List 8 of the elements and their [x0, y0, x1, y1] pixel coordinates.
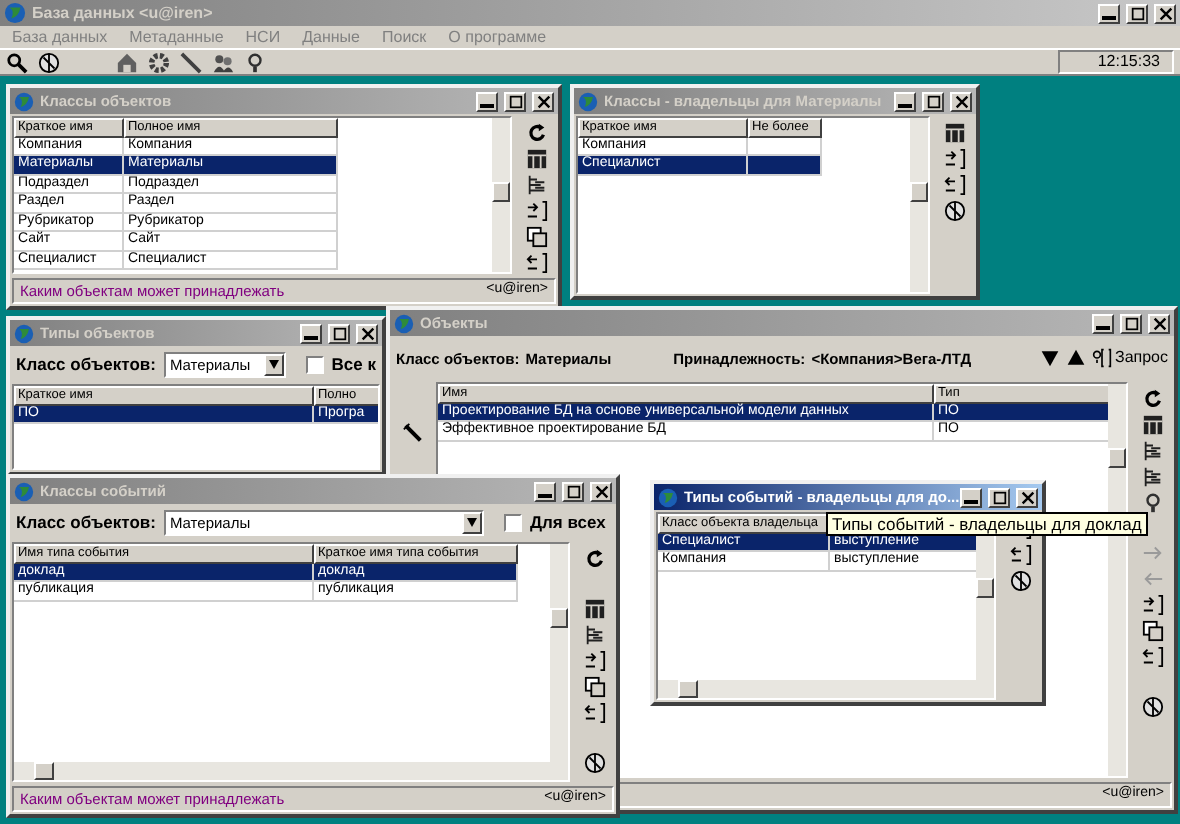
- tooltip: Типы событий - владельцы для доклад: [826, 512, 1148, 537]
- field-label: Класс объектов:: [16, 353, 156, 375]
- query-button[interactable]: Запрос: [1092, 348, 1168, 368]
- checkbox-label: Все к: [331, 353, 376, 375]
- window-title: База данных <u@iren>: [32, 3, 215, 23]
- checkbox-label: Для всех: [529, 511, 606, 533]
- field-label: Класс объектов:: [16, 511, 156, 533]
- clock: 12:15:33: [1058, 50, 1174, 74]
